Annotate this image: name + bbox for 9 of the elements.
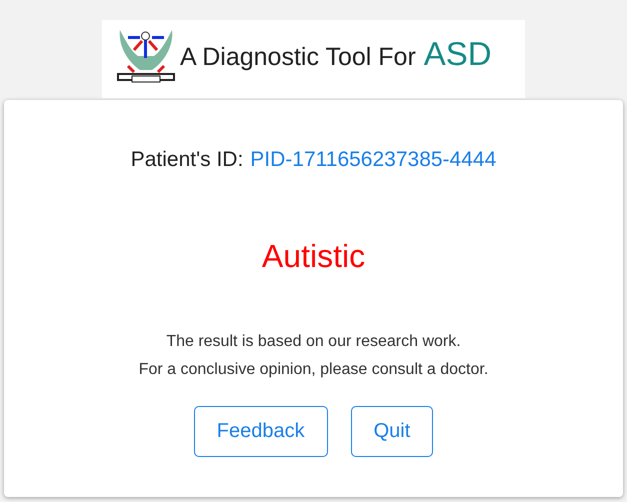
- quit-button[interactable]: Quit: [350, 406, 434, 456]
- patient-id: PID-1711656237385-4444: [250, 147, 496, 173]
- patient-id-label: Patient's ID:: [130, 147, 244, 173]
- app-title-highlight: ASD: [424, 34, 492, 74]
- app-title: A Diagnostic Tool For: [180, 42, 416, 72]
- disclaimer-text: The result is based on our research work.: [166, 332, 461, 352]
- diagnosis-result: Autistic: [262, 236, 366, 276]
- feedback-button[interactable]: Feedback: [194, 406, 328, 456]
- disclaimer-text: For a conclusive opinion, please consult a doctor.: [138, 360, 488, 380]
